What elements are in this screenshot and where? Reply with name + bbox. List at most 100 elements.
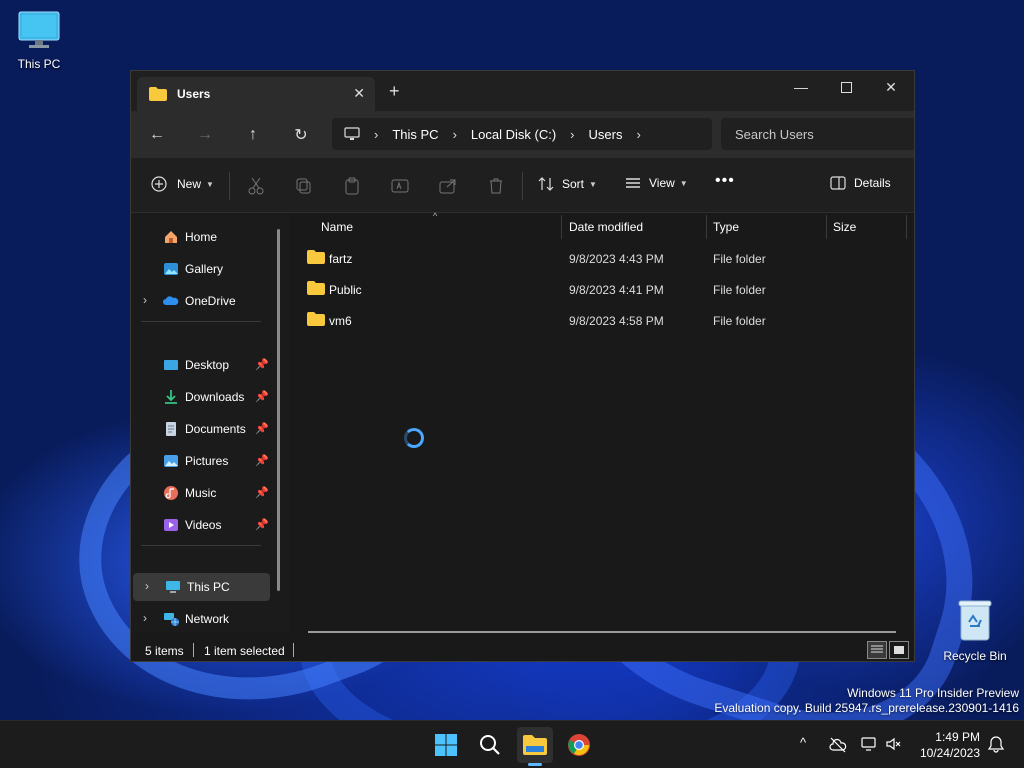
sort-button[interactable]: Sort ▼	[538, 176, 597, 192]
divider	[293, 643, 294, 657]
monitor-icon	[166, 581, 180, 593]
divider	[141, 321, 261, 322]
clock[interactable]: 1:49 PM 10/24/2023	[918, 729, 980, 761]
chrome-taskbar-button[interactable]	[561, 727, 597, 763]
view-button[interactable]: View ▼	[625, 176, 688, 190]
pin-icon[interactable]: 📌	[255, 390, 269, 403]
column-header: ^ Name Date modified Type Size	[289, 211, 914, 241]
folder-icon	[307, 312, 325, 326]
sidebar-item-this-pc[interactable]: › This PC	[133, 573, 270, 601]
sidebar-item-label: Network	[185, 612, 230, 626]
sort-icon	[538, 177, 554, 191]
sidebar-item-network[interactable]: › Network	[131, 605, 281, 633]
minimize-button[interactable]: —	[778, 71, 824, 103]
desktop-icon-recycle-bin[interactable]: Recycle Bin	[940, 598, 1010, 663]
details-view-button[interactable]	[867, 641, 887, 659]
breadcrumb-users[interactable]: Users	[589, 127, 623, 142]
details-view-icon	[871, 645, 883, 653]
new-button[interactable]: New ▼	[151, 176, 214, 192]
details-button[interactable]: Details	[830, 176, 891, 190]
more-options-icon[interactable]: •••	[715, 172, 735, 190]
chevron-down-icon: ▼	[589, 179, 597, 189]
table-row[interactable]: vm6 9/8/2023 4:58 PM File folder	[289, 305, 914, 335]
share-icon[interactable]	[438, 176, 458, 196]
sidebar-item-desktop[interactable]: Desktop 📌	[131, 351, 281, 379]
refresh-icon[interactable]: ↻	[289, 123, 313, 147]
taskbar: ^ 1:49 PM 10/24/2023	[0, 720, 1024, 768]
desktop-icon-this-pc[interactable]: This PC	[4, 10, 74, 71]
table-row[interactable]: fartz 9/8/2023 4:43 PM File folder	[289, 243, 914, 273]
column-date-modified[interactable]: Date modified	[569, 220, 643, 234]
sidebar-item-gallery[interactable]: Gallery	[131, 255, 281, 283]
chevron-right-icon: ›	[452, 126, 457, 142]
file-type: File folder	[713, 283, 766, 297]
tab-users[interactable]: Users ✕	[137, 77, 375, 111]
chevron-right-icon[interactable]: ›	[636, 127, 640, 142]
speaker-muted-icon[interactable]	[885, 736, 903, 752]
file-explorer-taskbar-button[interactable]	[517, 727, 553, 763]
column-divider[interactable]	[906, 215, 907, 239]
back-arrow-icon[interactable]: ←	[145, 123, 169, 147]
chevron-right-icon[interactable]: ›	[143, 611, 147, 625]
sidebar-scrollbar[interactable]	[277, 229, 280, 591]
desktop-icon	[164, 360, 178, 370]
details-pane-icon	[830, 176, 846, 190]
chevron-right-icon: ›	[374, 126, 379, 142]
file-name: fartz	[329, 252, 353, 266]
column-divider[interactable]	[561, 215, 562, 239]
watermark-line1: Windows 11 Pro Insider Preview	[847, 686, 1019, 700]
sidebar-item-label: Gallery	[185, 262, 224, 276]
close-tab-icon[interactable]: ✕	[353, 85, 365, 102]
sidebar-item-music[interactable]: Music 📌	[131, 479, 281, 507]
column-type[interactable]: Type	[713, 220, 739, 234]
breadcrumb-local-disk[interactable]: Local Disk (C:)	[471, 127, 556, 142]
delete-icon[interactable]	[486, 176, 506, 196]
sidebar-item-documents[interactable]: Documents 📌	[131, 415, 281, 443]
cloud-offline-icon[interactable]	[829, 737, 847, 753]
sidebar-item-videos[interactable]: Videos 📌	[131, 511, 281, 539]
network-icon	[164, 613, 179, 626]
sort-indicator-icon: ^	[433, 211, 438, 221]
status-bar: 5 items 1 item selected	[131, 633, 914, 661]
sidebar-item-downloads[interactable]: Downloads 📌	[131, 383, 281, 411]
address-bar[interactable]: › This PC › Local Disk (C:) › Users ›	[332, 118, 712, 150]
rename-icon[interactable]	[390, 176, 410, 196]
forward-arrow-icon[interactable]: →	[193, 123, 217, 147]
monitor-icon	[344, 127, 360, 140]
breadcrumb-this-pc[interactable]: This PC	[392, 127, 438, 142]
pin-icon[interactable]: 📌	[255, 518, 269, 531]
table-row[interactable]: Public 9/8/2023 4:41 PM File folder	[289, 274, 914, 304]
chevron-right-icon[interactable]: ›	[143, 293, 147, 307]
cut-icon[interactable]	[246, 176, 266, 196]
search-button[interactable]	[472, 727, 508, 763]
maximize-button[interactable]	[823, 71, 869, 103]
pin-icon[interactable]: 📌	[255, 422, 269, 435]
copy-icon[interactable]	[294, 176, 314, 196]
column-size[interactable]: Size	[833, 220, 856, 234]
column-divider[interactable]	[706, 215, 707, 239]
search-input[interactable]: Search Users	[721, 118, 914, 150]
folder-icon	[149, 87, 167, 101]
close-window-button[interactable]: ✕	[868, 71, 914, 103]
network-icon[interactable]	[861, 736, 879, 752]
pin-icon[interactable]: 📌	[255, 454, 269, 467]
sidebar-item-pictures[interactable]: Pictures 📌	[131, 447, 281, 475]
chevron-up-icon[interactable]: ^	[800, 735, 806, 750]
sidebar-item-onedrive[interactable]: › OneDrive	[131, 287, 281, 315]
pictures-icon	[164, 455, 178, 467]
column-name[interactable]: Name	[321, 220, 353, 234]
tiles-view-button[interactable]	[889, 641, 909, 659]
folder-icon	[307, 250, 325, 264]
column-divider[interactable]	[826, 215, 827, 239]
up-arrow-icon[interactable]: ↑	[241, 123, 265, 147]
start-button[interactable]	[428, 727, 464, 763]
notification-bell-icon[interactable]	[988, 736, 1004, 753]
pin-icon[interactable]: 📌	[255, 486, 269, 499]
pin-icon[interactable]: 📌	[255, 358, 269, 371]
navigation-pane: Home Gallery › OneDrive Desktop 📌 Downlo…	[131, 213, 289, 633]
new-tab-button[interactable]: +	[389, 82, 400, 100]
navigation-bar: ← → ↑ ↻ › This PC › Local Disk (C:) › Us…	[131, 111, 914, 158]
paste-icon[interactable]	[342, 176, 362, 196]
chevron-right-icon[interactable]: ›	[145, 579, 149, 593]
sidebar-item-home[interactable]: Home	[131, 223, 281, 251]
